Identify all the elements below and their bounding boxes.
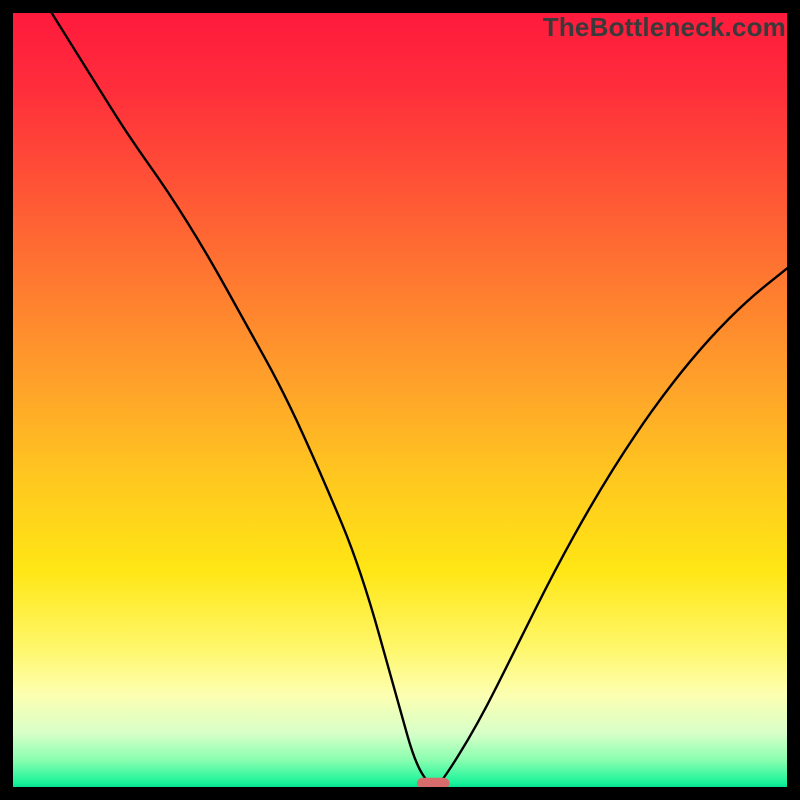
gradient-background — [13, 13, 787, 787]
chart-svg — [13, 13, 787, 787]
chart-frame: TheBottleneck.com — [0, 0, 800, 800]
plot-area — [13, 13, 787, 787]
optimal-marker — [417, 778, 450, 787]
